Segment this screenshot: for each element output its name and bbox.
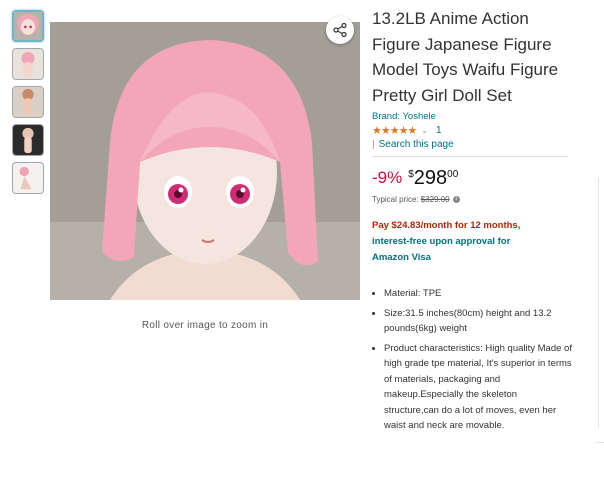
typical-price-label: Typical price: [372,195,419,204]
bullet-item: Product characteristics: High quality Ma… [384,341,572,434]
price-fraction: 00 [447,169,459,180]
thumbnail-2[interactable] [12,48,44,80]
typical-price-value: $329.00 [420,195,450,204]
thumbnail-5[interactable] [12,162,44,194]
separator: | [372,139,375,150]
typical-price: Typical price: $329.00 i [372,195,572,204]
chevron-down-icon[interactable]: ⌄ [421,126,428,135]
doll-head-image [50,22,360,300]
rating-row: ★★★★★ ⌄ 1 [372,124,572,137]
discount-percent: -9% [372,168,403,187]
buybox-edge [598,178,603,428]
bullet-item: Material: TPE [384,286,572,302]
thumbnail-3[interactable] [12,86,44,118]
feature-bullets: Material: TPE Size:31.5 inches(80cm) hei… [372,286,572,434]
divider [372,156,568,157]
thumbnail-1[interactable] [12,10,44,42]
brand-link[interactable]: Brand: Yoshele [372,111,572,122]
promo-line-3: Amazon Visa [372,252,431,263]
rollover-hint: Roll over image to zoom in [141,320,269,331]
price-row: -9% $ 298 00 [372,167,572,189]
product-title: 13.2LB Anime Action Figure Japanese Figu… [372,9,559,105]
thumbnail-list [12,10,48,200]
promo-line-1: Pay $24.83/month for 12 months, [372,220,521,231]
share-button[interactable] [326,16,354,44]
product-details: 13.2LB Anime Action Figure Japanese Figu… [372,6,572,438]
main-product-image[interactable] [50,22,360,300]
bullet-item: Size:31.5 inches(80cm) height and 13.2 p… [384,306,572,337]
price-whole: 298 [413,167,448,189]
search-this-page: | Search this page [372,139,572,150]
thumbnail-4[interactable] [12,124,44,156]
info-icon[interactable]: i [452,196,460,203]
search-this-page-link[interactable]: Search this page [379,139,454,150]
share-icon [333,23,347,37]
promo-line-2: interest-free upon approval for [372,236,511,247]
financing-promo[interactable]: Pay $24.83/month for 12 months, interest… [372,218,572,266]
rating-count-link[interactable]: 1 [436,125,442,136]
buybox-edge-divider [596,442,604,443]
star-rating[interactable]: ★★★★★ [372,124,417,137]
